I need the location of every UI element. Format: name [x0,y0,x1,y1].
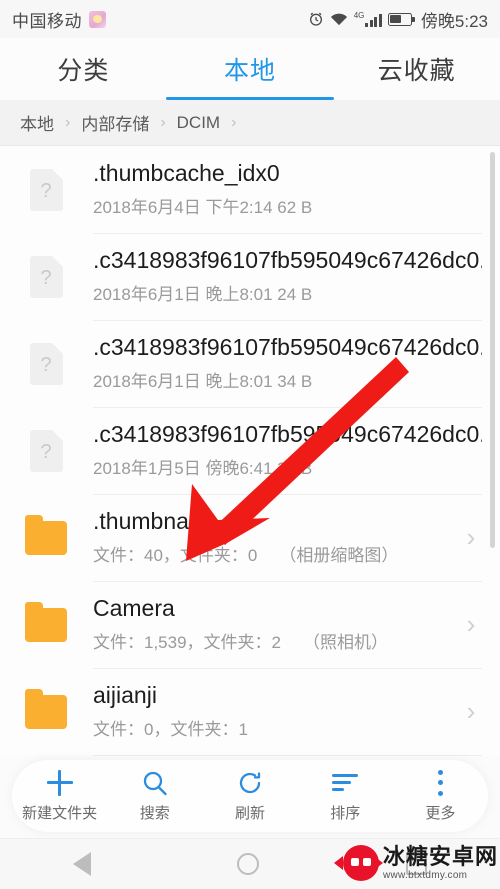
wifi-icon [330,12,348,26]
chevron-right-icon: › [466,696,476,726]
folder-meta: 文件：0，文件夹：1 [93,720,248,740]
more-label: 更多 [425,804,456,822]
sort-button[interactable]: 排序 [298,770,393,823]
clock-label: 傍晚5:23 [420,11,488,31]
file-list[interactable]: ? .thumbcache_idx0 2018年6月4日 下午2:14 62 B… [0,146,500,756]
list-item-text: .c3418983f96107fb595049c67426dc0... 2018… [93,335,482,393]
list-item[interactable]: aijianji 文件：0，文件夹：1 › [0,668,500,755]
bottom-toolbar: 新建文件夹 搜索 刷新 排序 更多 [12,760,488,832]
new-folder-button[interactable]: 新建文件夹 [12,769,107,823]
alarm-clock-icon [308,11,324,27]
chevron-right-icon: › [160,113,166,131]
folder-name: .thumbnails [93,508,211,534]
folder-counts: 文件：1,539，文件夹：2 [93,633,281,653]
folder-icon [22,514,70,555]
refresh-button[interactable]: 刷新 [202,770,297,823]
file-name: .thumbcache_idx0 [93,160,280,186]
list-item-text: .c3418983f96107fb595049c67426dc0... 2018… [93,422,482,480]
phone-screen: 中国移动 4G 傍晚5:23 分类 本地 云收藏 本地 › 内部存储 › DCI… [0,0,500,889]
tab-local[interactable]: 本地 [167,38,334,100]
more-button[interactable]: 更多 [393,769,488,823]
folder-note: （相册缩略图） [279,546,399,566]
carrier-label: 中国移动 [12,11,82,31]
file-name: .c3418983f96107fb595049c67426dc0... [93,334,482,360]
status-bar: 中国移动 4G 傍晚5:23 [0,0,500,38]
breadcrumb-item-internal-storage[interactable]: 内部存储 [81,110,149,135]
candy-logo-icon [333,845,383,881]
list-item-text: aijianji 文件：0，文件夹：1 [93,683,460,741]
list-item[interactable]: ? .c3418983f96107fb595049c67426dc0... 20… [0,233,500,320]
app-badge-icon [89,10,106,28]
file-name: .c3418983f96107fb595049c67426dc0... [93,247,482,273]
signal-bars-icon: 4G [354,11,382,27]
sort-icon [332,770,359,796]
unknown-file-icon: ? [22,255,70,298]
unknown-file-icon: ? [22,168,70,211]
search-label: 搜索 [139,804,170,822]
folder-meta: 文件：1,539，文件夹：2 （照相机） [93,628,460,653]
battery-icon [387,12,415,26]
site-name: 冰糖安卓网 [382,843,498,869]
site-watermark-text: 冰糖安卓网 www.btxtdmy.com [382,843,498,881]
search-icon [142,770,168,796]
folder-name: aijianji [93,682,157,708]
list-item-text: .thumbcache_idx0 2018年6月4日 下午2:14 62 B [93,161,482,219]
back-triangle-icon[interactable] [73,852,92,876]
list-item[interactable]: ? .c3418983f96107fb595049c67426dc0... 20… [0,320,500,407]
search-button[interactable]: 搜索 [107,770,202,823]
list-item-text: Camera 文件：1,539，文件夹：2 （照相机） [93,596,460,654]
list-item[interactable]: Camera 文件：1,539，文件夹：2 （照相机） › [0,581,500,668]
list-item[interactable]: ? .thumbcache_idx0 2018年6月4日 下午2:14 62 B [0,146,500,233]
chevron-right-icon: › [65,113,71,131]
tab-bar: 分类 本地 云收藏 [0,38,500,100]
refresh-icon [237,770,263,796]
list-item-text: .c3418983f96107fb595049c67426dc0... 2018… [93,248,482,306]
file-meta: 2018年1月5日 傍晚6:41 36 B [93,459,313,479]
status-icons: 4G 傍晚5:23 [308,7,488,32]
home-circle-icon[interactable] [237,853,260,875]
folder-name: Camera [93,595,175,621]
tab-cloud[interactable]: 云收藏 [333,38,500,100]
site-url: www.btxtdmy.com [382,869,468,881]
chevron-right-icon: › [231,113,237,131]
list-item-text: .thumbnails 文件：40，文件夹：0 （相册缩略图） [93,509,460,567]
breadcrumb: 本地 › 内部存储 › DCIM › [0,100,500,146]
file-meta: 2018年6月1日 晚上8:01 34 B [93,372,313,392]
new-folder-label: 新建文件夹 [22,804,98,822]
list-item[interactable]: ? .c3418983f96107fb595049c67426dc0... 20… [0,407,500,494]
more-vertical-icon [437,769,443,796]
folder-counts: 文件：40，文件夹：0 [93,546,258,566]
list-item[interactable]: YJVideo 文件：0，文件夹：0 › [0,755,500,756]
folder-icon [22,601,70,642]
breadcrumb-item-dcim[interactable]: DCIM [177,113,220,133]
file-meta: 2018年6月1日 晚上8:01 24 B [93,285,313,305]
folder-note: （照相机） [303,633,388,653]
plus-icon [46,769,73,796]
file-name: .c3418983f96107fb595049c67426dc0... [93,421,482,447]
folder-meta: 文件：40，文件夹：0 （相册缩略图） [93,541,460,566]
site-watermark: 冰糖安卓网 www.btxtdmy.com [333,843,500,881]
chevron-right-icon: › [466,522,476,552]
list-item[interactable]: .thumbnails 文件：40，文件夹：0 （相册缩略图） › [0,494,500,581]
file-meta: 2018年6月4日 下午2:14 62 B [93,198,313,218]
sort-label: 排序 [330,804,361,822]
tab-categories[interactable]: 分类 [0,38,167,100]
breadcrumb-item-local[interactable]: 本地 [20,110,54,135]
folder-icon [22,688,70,729]
chevron-right-icon: › [466,609,476,639]
unknown-file-icon: ? [22,429,70,472]
refresh-label: 刷新 [235,804,266,822]
unknown-file-icon: ? [22,342,70,385]
